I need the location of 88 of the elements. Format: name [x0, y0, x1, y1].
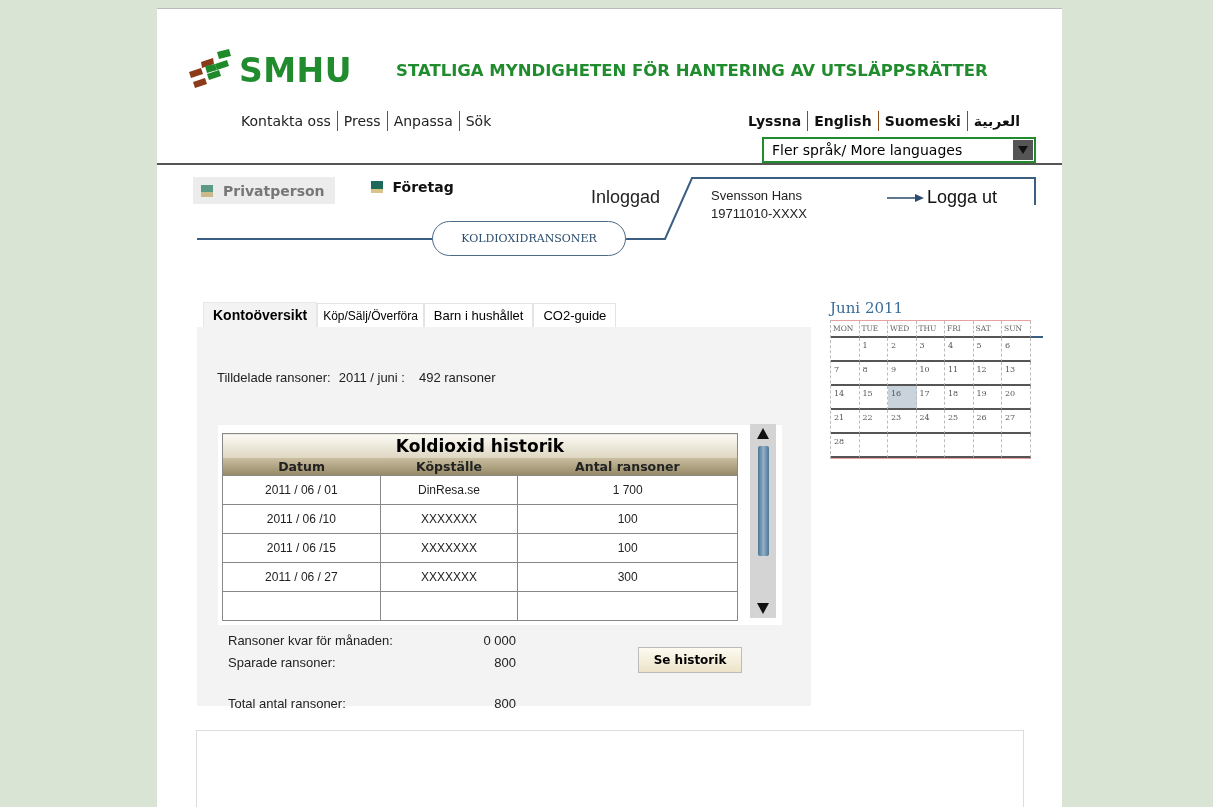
- column-header: Antal ransoner: [517, 458, 738, 476]
- login-status: Inloggad: [591, 187, 661, 208]
- calendar-day[interactable]: 20: [1002, 386, 1031, 410]
- table-cell: DinResa.se: [380, 475, 518, 505]
- calendar-day[interactable]: 18: [945, 386, 974, 410]
- summary-label: Ransoner kvar för månaden:: [228, 633, 394, 648]
- table-title: Koldioxid historik: [222, 433, 738, 458]
- nav-link[interactable]: Sök: [458, 111, 498, 131]
- calendar-day[interactable]: 14: [831, 386, 860, 410]
- allocation-period: 2011 / juni :: [338, 370, 405, 385]
- table-cell: 100: [517, 504, 738, 534]
- calendar-cell: [973, 434, 1002, 458]
- arrow-icon: [887, 192, 925, 203]
- calendar-cell: [831, 338, 860, 362]
- language-link[interactable]: Lyssna: [748, 111, 808, 131]
- calendar-day[interactable]: 3: [916, 338, 945, 362]
- summary-label: Sparade ransoner:: [228, 655, 337, 670]
- scrollbar-thumb[interactable]: [757, 446, 769, 556]
- calendar-day[interactable]: 1: [859, 338, 888, 362]
- calendar-day[interactable]: 19: [973, 386, 1002, 410]
- calendar-day[interactable]: 5: [973, 338, 1002, 362]
- calendar-day[interactable]: 10: [916, 362, 945, 386]
- user-id: 19711010-XXXX: [711, 205, 807, 223]
- table-cell: 2011 / 06 /10: [222, 504, 381, 534]
- nav-link[interactable]: Press: [336, 111, 387, 131]
- tab[interactable]: Köp/Sälj/Överföra: [317, 303, 424, 327]
- calendar-day[interactable]: 21: [831, 410, 860, 434]
- calendar-cell: [1002, 434, 1031, 458]
- language-link[interactable]: English: [807, 111, 878, 131]
- tab[interactable]: CO2-guide: [533, 303, 617, 327]
- calendar-day[interactable]: 27: [1002, 410, 1031, 434]
- calendar-day[interactable]: 7: [831, 362, 860, 386]
- table-cell: XXXXXXX: [380, 504, 518, 534]
- calendar-day[interactable]: 2: [888, 338, 917, 362]
- calendar-title: Juni 2011: [830, 299, 905, 317]
- audience-tab[interactable]: Företag: [362, 177, 464, 197]
- scroll-up-icon[interactable]: [757, 428, 769, 439]
- calendar-day[interactable]: 24: [916, 410, 945, 434]
- calendar-day[interactable]: 4: [945, 338, 974, 362]
- table-cell: 100: [517, 533, 738, 563]
- logout-link[interactable]: Logga ut: [927, 187, 998, 208]
- table-cell: XXXXXXX: [380, 562, 518, 592]
- calendar-day[interactable]: 26: [973, 410, 1002, 434]
- table-cell: 2011 / 06 /15: [222, 533, 381, 563]
- calendar-day[interactable]: 25: [945, 410, 974, 434]
- tab[interactable]: Kontoöversikt: [203, 302, 318, 327]
- language-select[interactable]: Fler språk/ More languages: [762, 137, 1036, 163]
- history-button[interactable]: Se historik: [638, 647, 742, 673]
- allocation-amount: 492 ransoner: [418, 370, 496, 385]
- language-link[interactable]: Suomeski: [877, 111, 967, 131]
- table-cell: 2011 / 06 / 27: [222, 562, 381, 592]
- agency-name: STATLIGA MYNDIGHETEN FÖR HANTERING AV UTSLÄPPSRÄTTER: [396, 60, 988, 80]
- summary-value: 0 000: [482, 633, 516, 648]
- summary-value: 800: [493, 696, 516, 711]
- calendar-day[interactable]: 23: [888, 410, 917, 434]
- scroll-down-icon[interactable]: [757, 603, 769, 614]
- scrollbar[interactable]: [750, 424, 776, 618]
- calendar-cell: [945, 434, 974, 458]
- tab[interactable]: Barn i hushållet: [423, 303, 534, 327]
- calendar-day[interactable]: 8: [859, 362, 888, 386]
- nav-link[interactable]: Kontakta oss: [241, 111, 337, 131]
- column-header: Datum: [222, 458, 381, 476]
- table-cell: 1 700: [517, 475, 738, 505]
- table-cell: XXXXXXX: [380, 533, 518, 563]
- language-link[interactable]: العربية: [966, 111, 1026, 131]
- user-name: Svensson Hans: [711, 187, 804, 205]
- calendar-day[interactable]: 6: [1002, 338, 1031, 362]
- calendar-cell: [859, 434, 888, 458]
- caret-icon: [1018, 146, 1028, 154]
- calendar-day[interactable]: 11: [945, 362, 974, 386]
- calendar-cell: [888, 434, 917, 458]
- calendar-day[interactable]: 17: [916, 386, 945, 410]
- logo-text: SMHU: [239, 50, 353, 90]
- section-label: KOLDIOXIDRANSONER: [432, 221, 626, 256]
- calendar-day[interactable]: 16: [888, 386, 917, 410]
- calendar-day[interactable]: 22: [859, 410, 888, 434]
- summary-label: Total antal ransoner:: [228, 696, 347, 711]
- calendar-cell: [916, 434, 945, 458]
- nav-link[interactable]: Anpassa: [386, 111, 459, 131]
- summary-value: 800: [493, 655, 516, 670]
- audience-tab[interactable]: Privatperson: [193, 177, 335, 204]
- table-cell: 300: [517, 562, 738, 592]
- allocation-label: Tilldelade ransoner:: [217, 370, 331, 385]
- calendar-day[interactable]: 13: [1002, 362, 1031, 386]
- table-cell: 2011 / 06 / 01: [222, 475, 381, 505]
- calendar-day[interactable]: 28: [831, 434, 860, 458]
- column-header: Köpställe: [380, 458, 518, 476]
- calendar-day[interactable]: 12: [973, 362, 1002, 386]
